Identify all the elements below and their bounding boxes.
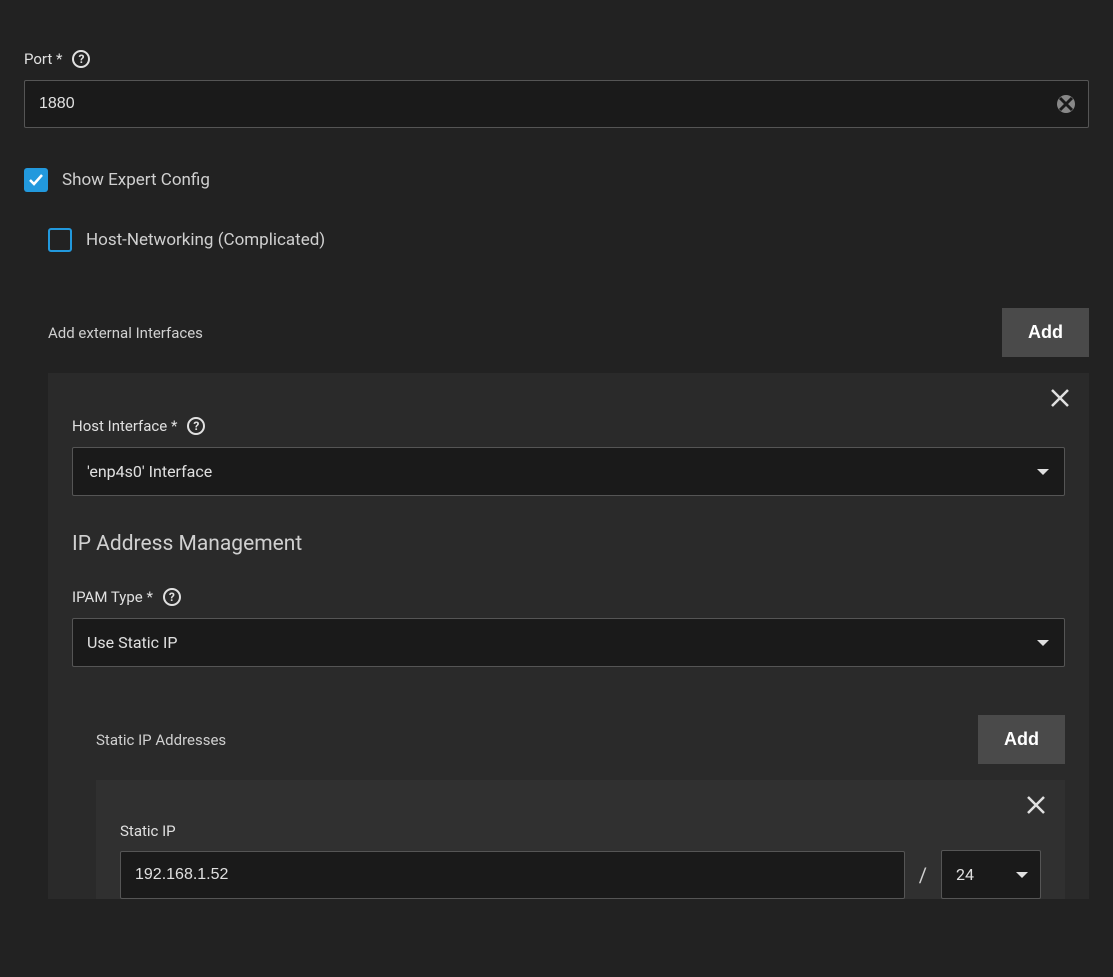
host-interface-select[interactable]: 'enp4s0' Interface xyxy=(72,447,1065,496)
chevron-down-icon xyxy=(1037,469,1049,475)
show-expert-label: Show Expert Config xyxy=(62,170,210,190)
port-input[interactable] xyxy=(24,80,1089,128)
chevron-down-icon xyxy=(1037,640,1049,646)
show-expert-checkbox[interactable] xyxy=(24,168,48,192)
help-icon[interactable]: ? xyxy=(187,417,205,435)
static-ip-panel: Static IP / 24 xyxy=(96,780,1065,899)
host-networking-label: Host-Networking (Complicated) xyxy=(86,230,325,250)
ipam-type-label: IPAM Type * ? xyxy=(72,588,1065,606)
host-interface-label-text: Host Interface * xyxy=(72,417,177,435)
static-ip-input[interactable] xyxy=(120,851,905,899)
ipam-type-label-text: IPAM Type * xyxy=(72,588,153,606)
static-ip-section-label: Static IP Addresses xyxy=(96,731,226,749)
close-icon[interactable] xyxy=(1025,794,1047,822)
add-interfaces-label: Add external Interfaces xyxy=(48,324,203,342)
port-label: Port * ? xyxy=(24,50,1089,68)
subnet-mask-value: 24 xyxy=(956,865,974,884)
ipam-type-select[interactable]: Use Static IP xyxy=(72,618,1065,667)
close-icon[interactable] xyxy=(1049,387,1071,415)
add-static-ip-button[interactable]: Add xyxy=(978,715,1065,764)
add-interface-button[interactable]: Add xyxy=(1002,308,1089,357)
clear-icon[interactable] xyxy=(1057,95,1075,113)
host-interface-label: Host Interface * ? xyxy=(72,417,1065,435)
subnet-mask-select[interactable]: 24 xyxy=(941,850,1041,899)
help-icon[interactable]: ? xyxy=(72,50,90,68)
interface-panel: Host Interface * ? 'enp4s0' Interface IP… xyxy=(48,373,1089,899)
port-label-text: Port * xyxy=(24,50,62,68)
host-networking-checkbox[interactable] xyxy=(48,228,72,252)
slash-separator: / xyxy=(917,863,929,887)
help-icon[interactable]: ? xyxy=(163,588,181,606)
ipam-heading: IP Address Management xyxy=(72,532,1065,556)
chevron-down-icon xyxy=(1016,872,1028,878)
host-interface-value: 'enp4s0' Interface xyxy=(87,462,212,481)
static-ip-label: Static IP xyxy=(120,822,176,840)
ipam-type-value: Use Static IP xyxy=(87,633,177,652)
